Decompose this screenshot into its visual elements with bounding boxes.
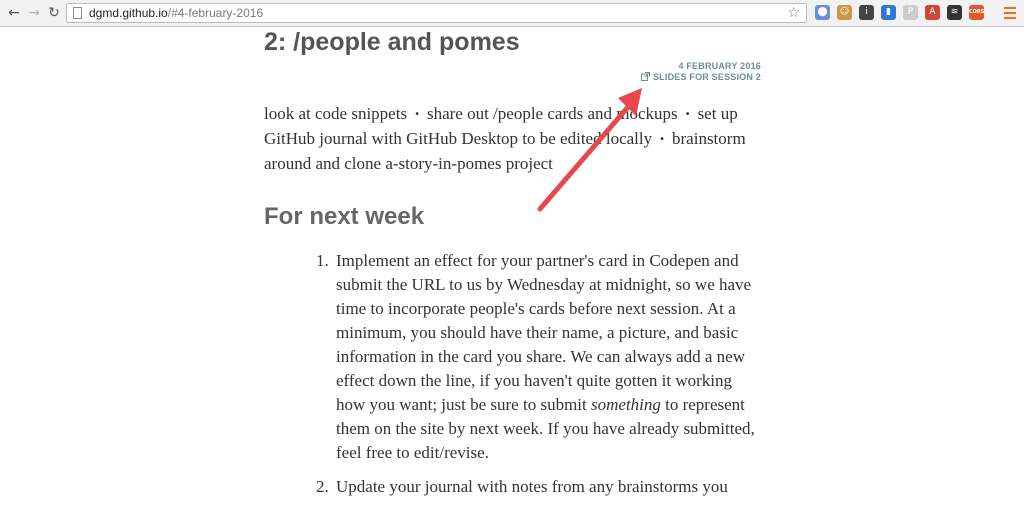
browser-menu-icon[interactable] [1004,7,1016,19]
task-emphasis: something [590,395,661,414]
pushbullet-icon[interactable]: P [903,5,918,20]
slides-link[interactable]: SLIDES FOR SESSION 2 [640,72,761,82]
session-title: 2: /people and pomes [264,28,520,56]
anarchy-icon[interactable]: A [925,5,940,20]
bullet-separator: • [659,134,666,145]
bullet-separator: • [414,109,420,120]
task-text: Update your journal with notes from any … [336,477,728,496]
annotation-arrow [537,88,642,212]
forward-arrow-icon[interactable]: → [26,5,42,21]
ghost-icon[interactable]: ⬤ [815,5,830,20]
url-path: /#4-february-2016 [167,6,264,20]
session-date: 4 FEBRUARY 2016 [678,61,761,71]
task-item: 2. Update your journal with notes from a… [316,475,760,499]
session-meta: 4 FEBRUARY 2016 SLIDES FOR SESSION 2 [640,61,761,83]
next-week-heading: For next week [264,203,425,230]
face-icon[interactable]: ☺ [837,5,852,20]
address-bar[interactable]: dgmd.github.io/#4-february-2016 ☆ [66,3,807,23]
cors-icon[interactable]: CORS [969,5,984,20]
page-icon [73,7,82,19]
page-content: 2: /people and pomes 4 FEBRUARY 2016 SLI… [0,27,1024,527]
reload-icon[interactable]: ↻ [46,5,62,21]
agenda-paragraph: look at code snippets • share out /people … [264,102,764,176]
bookmark-star-icon[interactable]: ☆ [787,4,800,22]
task-number: 2. [316,477,329,496]
url-host: dgmd.github.io [89,6,168,20]
task-text: Implement an effect for your partner's c… [336,251,752,414]
info-icon[interactable]: i [859,5,874,20]
trello-icon[interactable]: ▮ [881,5,896,20]
slides-link-label: SLIDES FOR SESSION 2 [652,72,761,82]
task-list: 1. Implement an effect for your partner'… [316,249,760,509]
url-text[interactable]: dgmd.github.io/#4-february-2016 [89,6,263,21]
agenda-item: look at code snippets [264,104,408,123]
buffer-icon[interactable]: ≋ [947,5,962,20]
bullet-separator: • [684,109,691,120]
back-arrow-icon[interactable]: ← [6,5,22,21]
task-number: 1. [316,251,329,270]
task-item: 1. Implement an effect for your partner'… [316,249,760,465]
external-link-icon [640,72,650,81]
browser-toolbar: ← → ↻ dgmd.github.io/#4-february-2016 ☆ … [0,0,1024,27]
